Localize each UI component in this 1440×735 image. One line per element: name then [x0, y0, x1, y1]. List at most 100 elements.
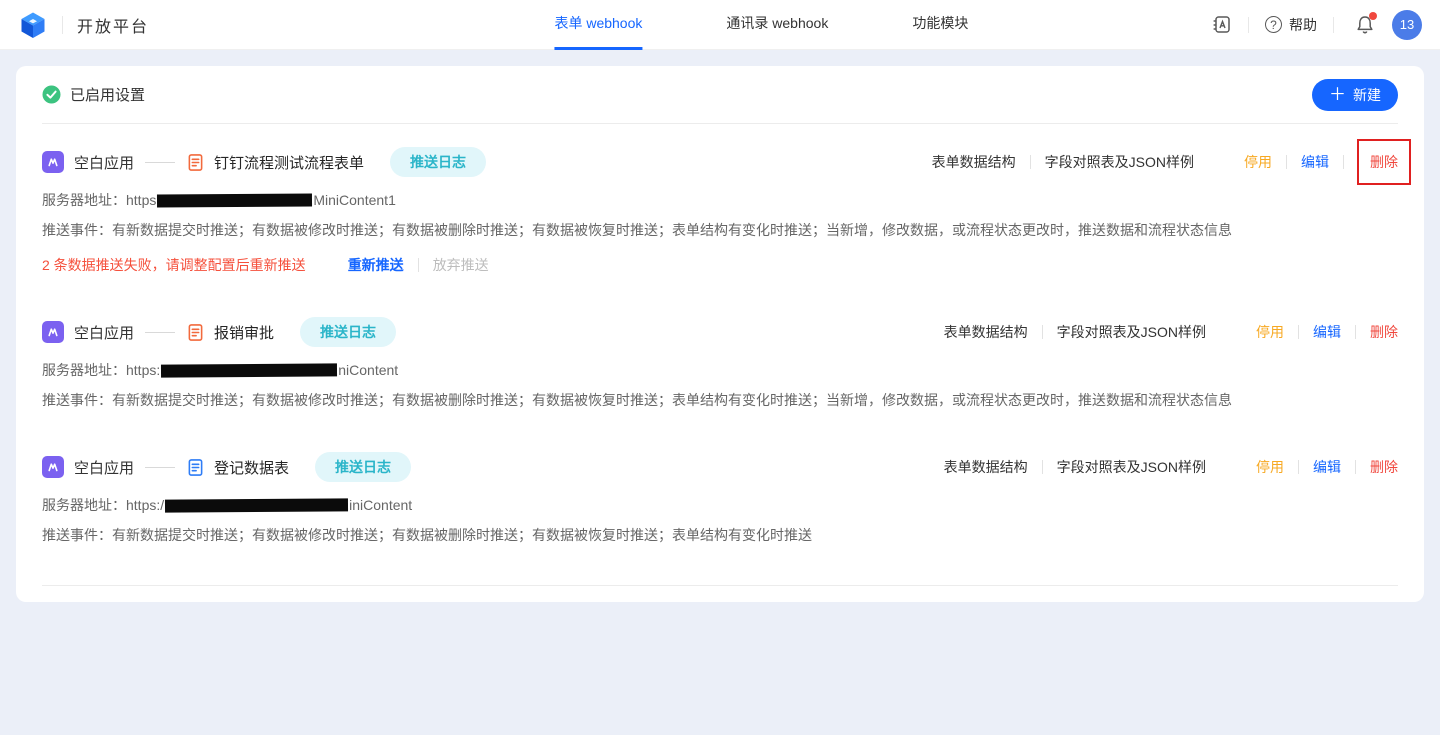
navbar-right: ? 帮助 13	[1211, 10, 1422, 40]
action-separator	[1355, 460, 1356, 474]
webhook-list: 空白应用 钉钉流程测试流程表单 推送日志 表单数据结构 字段对照表及JSON样例…	[42, 124, 1398, 564]
delete-link[interactable]: 删除	[1370, 457, 1398, 477]
form-data-structure-link[interactable]: 表单数据结构	[932, 152, 1016, 172]
action-separator	[1298, 460, 1299, 474]
app-icon	[42, 321, 64, 343]
item-header-row: 空白应用 登记数据表 推送日志 表单数据结构 字段对照表及JSON样例 停用 编…	[42, 452, 1398, 482]
card-bottom-divider	[42, 585, 1398, 586]
help-label: 帮助	[1289, 15, 1317, 35]
retry-push-link[interactable]: 重新推送	[348, 255, 404, 275]
webhook-item: 空白应用 登记数据表 推送日志 表单数据结构 字段对照表及JSON样例 停用 编…	[42, 429, 1398, 564]
tab-contacts-webhook[interactable]: 通讯录 webhook	[726, 0, 828, 50]
enabled-status-label: 已启用设置	[70, 84, 145, 105]
form-doc-icon	[186, 323, 205, 342]
push-events-row: 推送事件：有新数据提交时推送；有数据被修改时推送；有数据被删除时推送；有数据被恢…	[42, 525, 1398, 545]
question-icon: ?	[1265, 16, 1282, 33]
form-data-structure-link[interactable]: 表单数据结构	[944, 457, 1028, 477]
redaction-bar	[165, 498, 348, 512]
form-doc-icon	[186, 153, 205, 172]
server-address-label: 服务器地址：https	[42, 190, 156, 210]
language-icon[interactable]	[1211, 14, 1232, 35]
abandon-push-link[interactable]: 放弃推送	[433, 255, 489, 275]
server-address-row: 服务器地址：https: niContent	[42, 360, 1398, 380]
connector-line	[145, 162, 175, 163]
edit-link[interactable]: 编辑	[1301, 152, 1329, 172]
connector-line	[145, 332, 175, 333]
action-gap	[1228, 155, 1229, 169]
form-name: 报销审批	[214, 322, 274, 343]
app-name: 空白应用	[74, 322, 134, 343]
app-name: 空白应用	[74, 152, 134, 173]
top-navbar: 开放平台 表单 webhook 通讯录 webhook 功能模块 ? 帮助	[0, 0, 1440, 50]
field-mapping-json-link[interactable]: 字段对照表及JSON样例	[1045, 152, 1194, 172]
brand-divider	[62, 16, 63, 34]
server-address-label: 服务器地址：https:	[42, 360, 160, 380]
create-new-button[interactable]: ＋ 新建	[1312, 79, 1398, 111]
enabled-status: 已启用设置	[42, 84, 145, 105]
action-separator	[418, 258, 419, 272]
push-events-row: 推送事件：有新数据提交时推送；有数据被修改时推送；有数据被删除时推送；有数据被恢…	[42, 220, 1398, 240]
push-log-button[interactable]: 推送日志	[390, 147, 486, 177]
disable-link[interactable]: 停用	[1244, 152, 1272, 172]
action-gap	[1240, 325, 1241, 339]
nav-divider	[1333, 17, 1334, 33]
failure-message: 2 条数据推送失败，请调整配置后重新推送	[42, 255, 306, 275]
action-separator	[1298, 325, 1299, 339]
edit-link[interactable]: 编辑	[1313, 457, 1341, 477]
webhook-item: 空白应用 钉钉流程测试流程表单 推送日志 表单数据结构 字段对照表及JSON样例…	[42, 124, 1398, 294]
form-name: 钉钉流程测试流程表单	[214, 152, 364, 173]
connector-line	[145, 467, 175, 468]
disable-link[interactable]: 停用	[1256, 457, 1284, 477]
cube-logo-icon	[18, 10, 48, 40]
page-title: 开放平台	[77, 13, 149, 37]
server-address-suffix: niContent	[338, 362, 398, 378]
item-header-row: 空白应用 钉钉流程测试流程表单 推送日志 表单数据结构 字段对照表及JSON样例…	[42, 147, 1398, 177]
push-log-button[interactable]: 推送日志	[315, 452, 411, 482]
webhook-settings-card: 已启用设置 ＋ 新建 空白应用 钉钉流程测试流程表单 推送日志	[16, 66, 1424, 602]
delete-link[interactable]: 删除	[1357, 139, 1411, 185]
action-separator	[1042, 325, 1043, 339]
notification-dot	[1369, 12, 1377, 20]
app-icon	[42, 151, 64, 173]
brand: 开放平台	[18, 10, 149, 40]
app-name: 空白应用	[74, 457, 134, 478]
check-circle-icon	[42, 85, 61, 104]
notification-bell-icon[interactable]	[1354, 14, 1376, 36]
item-actions: 表单数据结构 字段对照表及JSON样例 停用 编辑 删除	[944, 322, 1398, 342]
tab-form-webhook[interactable]: 表单 webhook	[554, 0, 642, 50]
delete-link[interactable]: 删除	[1370, 322, 1398, 342]
server-address-suffix: MiniContent1	[313, 192, 396, 208]
action-separator	[1042, 460, 1043, 474]
form-name: 登记数据表	[214, 457, 289, 478]
server-address-label: 服务器地址：https:/	[42, 495, 164, 515]
push-events-row: 推送事件：有新数据提交时推送；有数据被修改时推送；有数据被删除时推送；有数据被恢…	[42, 390, 1398, 410]
action-separator	[1286, 155, 1287, 169]
avatar[interactable]: 13	[1392, 10, 1422, 40]
item-actions: 表单数据结构 字段对照表及JSON样例 停用 编辑 删除	[932, 150, 1398, 174]
action-gap	[1240, 460, 1241, 474]
field-mapping-json-link[interactable]: 字段对照表及JSON样例	[1057, 457, 1206, 477]
item-actions: 表单数据结构 字段对照表及JSON样例 停用 编辑 删除	[944, 457, 1398, 477]
tab-function-modules[interactable]: 功能模块	[912, 0, 968, 50]
action-separator	[1343, 155, 1344, 169]
app-icon	[42, 456, 64, 478]
webhook-item: 空白应用 报销审批 推送日志 表单数据结构 字段对照表及JSON样例 停用 编辑…	[42, 294, 1398, 429]
edit-link[interactable]: 编辑	[1313, 322, 1341, 342]
disable-link[interactable]: 停用	[1256, 322, 1284, 342]
server-address-suffix: iniContent	[349, 497, 412, 513]
failure-row: 2 条数据推送失败，请调整配置后重新推送 重新推送 放弃推送	[42, 255, 1398, 275]
server-address-row: 服务器地址：https MiniContent1	[42, 190, 1398, 210]
form-doc-icon	[186, 458, 205, 477]
create-new-label: 新建	[1353, 85, 1381, 105]
action-separator	[1030, 155, 1031, 169]
push-log-button[interactable]: 推送日志	[300, 317, 396, 347]
item-header-row: 空白应用 报销审批 推送日志 表单数据结构 字段对照表及JSON样例 停用 编辑…	[42, 317, 1398, 347]
plus-icon: ＋	[1329, 86, 1346, 103]
help-button[interactable]: ? 帮助	[1265, 15, 1317, 35]
redaction-bar	[161, 363, 337, 377]
field-mapping-json-link[interactable]: 字段对照表及JSON样例	[1057, 322, 1206, 342]
form-data-structure-link[interactable]: 表单数据结构	[944, 322, 1028, 342]
redaction-bar	[157, 193, 312, 207]
server-address-row: 服务器地址：https:/ iniContent	[42, 495, 1398, 515]
card-header: 已启用设置 ＋ 新建	[42, 66, 1398, 124]
